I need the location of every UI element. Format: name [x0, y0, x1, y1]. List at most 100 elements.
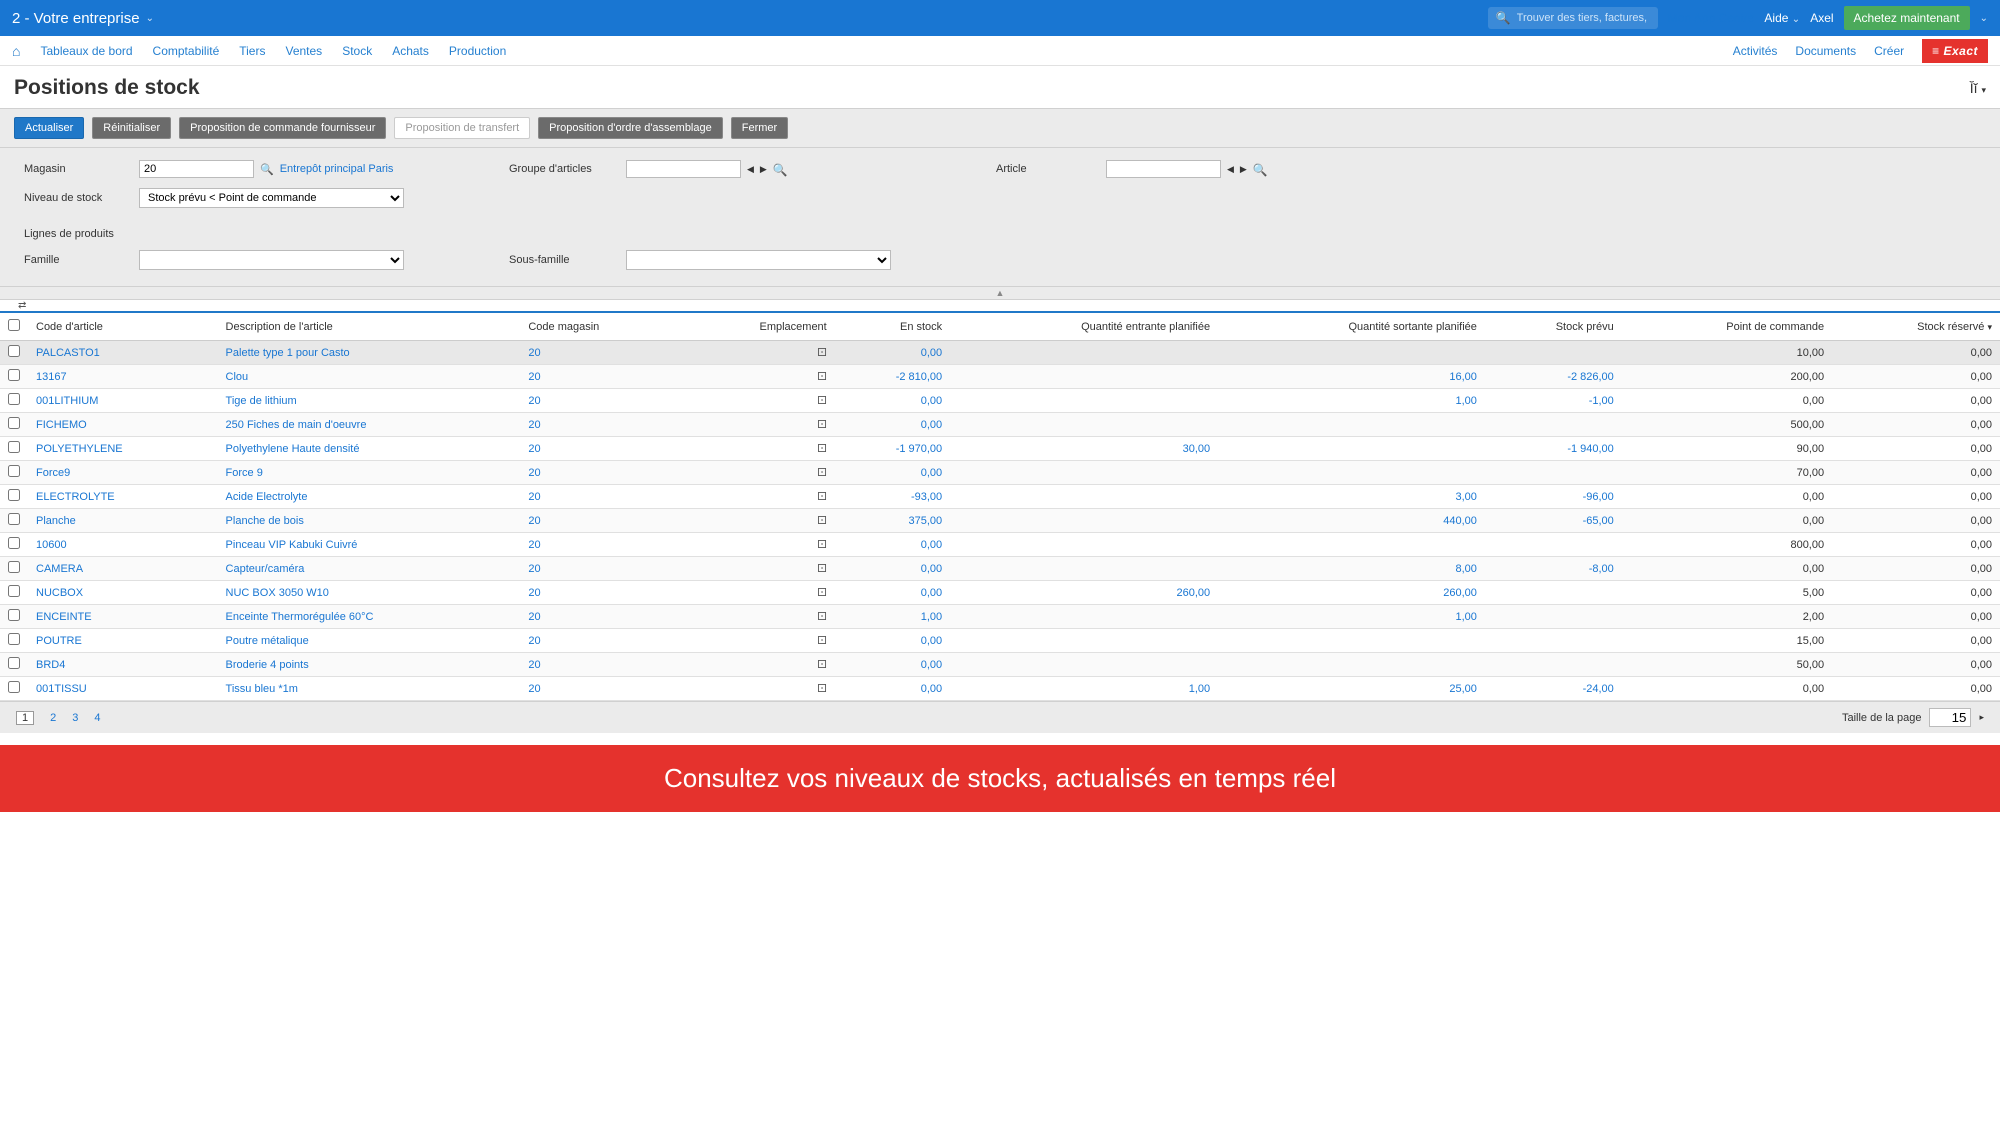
- prev-icon[interactable]: ◀: [747, 164, 754, 175]
- cell-item-code[interactable]: ENCEINTE: [28, 605, 218, 629]
- location-icon[interactable]: ⚀: [681, 653, 835, 677]
- nav-accounting[interactable]: Comptabilité: [153, 44, 220, 58]
- row-checkbox[interactable]: [8, 345, 20, 357]
- cell-in-stock[interactable]: 0,00: [835, 413, 950, 437]
- cell-item-code[interactable]: 001LITHIUM: [28, 389, 218, 413]
- cell-planned-in[interactable]: 1,00: [950, 677, 1218, 701]
- nav-dashboards[interactable]: Tableaux de bord: [40, 44, 132, 58]
- cell-planned-in[interactable]: [950, 389, 1218, 413]
- col-in-stock[interactable]: En stock: [835, 312, 950, 341]
- table-row[interactable]: ELECTROLYTEAcide Electrolyte20⚀-93,00 3,0…: [0, 485, 2000, 509]
- nav-stock[interactable]: Stock: [342, 44, 372, 58]
- nav-production[interactable]: Production: [449, 44, 506, 58]
- cell-planned-out[interactable]: [1218, 653, 1485, 677]
- cell-planned-out[interactable]: 8,00: [1218, 557, 1485, 581]
- location-icon[interactable]: ⚀: [681, 437, 835, 461]
- cell-in-stock[interactable]: 0,00: [835, 341, 950, 365]
- nav-documents[interactable]: Documents: [1795, 44, 1856, 58]
- location-icon[interactable]: ⚀: [681, 461, 835, 485]
- location-icon[interactable]: ⚀: [681, 485, 835, 509]
- cell-in-stock[interactable]: -93,00: [835, 485, 950, 509]
- cell-wh-code[interactable]: 20: [520, 437, 681, 461]
- cell-item-desc[interactable]: Enceinte Thermorégulée 60°C: [218, 605, 521, 629]
- cell-wh-code[interactable]: 20: [520, 677, 681, 701]
- prev-icon[interactable]: ◀: [1227, 164, 1234, 175]
- next-page-icon[interactable]: ▸: [1979, 712, 1984, 723]
- cell-planned-out[interactable]: [1218, 413, 1485, 437]
- cell-projected[interactable]: -1 940,00: [1485, 437, 1622, 461]
- table-row[interactable]: 001LITHIUMTige de lithium20⚀0,001,00-1,0…: [0, 389, 2000, 413]
- cell-projected[interactable]: -2 826,00: [1485, 365, 1622, 389]
- table-row[interactable]: 10600Pinceau VIP Kabuki Cuivré20⚀0,00800…: [0, 533, 2000, 557]
- cell-planned-in[interactable]: [950, 485, 1218, 509]
- cell-item-code[interactable]: 10600: [28, 533, 218, 557]
- table-row[interactable]: 13167Clou20⚀-2 810,0016,00-2 826,00200,0…: [0, 365, 2000, 389]
- cell-wh-code[interactable]: 20: [520, 485, 681, 509]
- cell-item-desc[interactable]: Acide Electrolyte: [218, 485, 521, 509]
- cell-in-stock[interactable]: 0,00: [835, 581, 950, 605]
- cell-planned-in[interactable]: [950, 509, 1218, 533]
- cell-wh-code[interactable]: 20: [520, 557, 681, 581]
- search-icon[interactable]: 🔍: [1253, 163, 1268, 177]
- cell-item-desc[interactable]: Broderie 4 points: [218, 653, 521, 677]
- cell-item-desc[interactable]: NUC BOX 3050 W10: [218, 581, 521, 605]
- cell-projected[interactable]: [1485, 413, 1622, 437]
- cell-item-desc[interactable]: Poutre métalique: [218, 629, 521, 653]
- cell-item-desc[interactable]: Tige de lithium: [218, 389, 521, 413]
- cell-item-code[interactable]: FICHEMO: [28, 413, 218, 437]
- cell-item-code[interactable]: CAMERA: [28, 557, 218, 581]
- cell-planned-out[interactable]: 3,00: [1218, 485, 1485, 509]
- cell-wh-code[interactable]: 20: [520, 581, 681, 605]
- user-menu[interactable]: Axel: [1810, 11, 1833, 25]
- row-checkbox[interactable]: [8, 657, 20, 669]
- cell-item-code[interactable]: Force9: [28, 461, 218, 485]
- row-checkbox[interactable]: [8, 441, 20, 453]
- table-row[interactable]: PALCASTO1Palette type 1 pour Casto20⚀0,0…: [0, 341, 2000, 365]
- col-wh-code[interactable]: Code magasin: [520, 312, 681, 341]
- next-icon[interactable]: ▶: [760, 164, 767, 175]
- global-search[interactable]: 🔍: [1488, 7, 1658, 29]
- col-location[interactable]: Emplacement: [681, 312, 835, 341]
- cell-in-stock[interactable]: 0,00: [835, 389, 950, 413]
- location-icon[interactable]: ⚀: [681, 413, 835, 437]
- table-row[interactable]: Force9Force 920⚀0,0070,000,00: [0, 461, 2000, 485]
- cell-item-desc[interactable]: 250 Fiches de main d'oeuvre: [218, 413, 521, 437]
- cell-planned-out[interactable]: [1218, 629, 1485, 653]
- reset-button[interactable]: Réinitialiser: [92, 117, 171, 139]
- page-link[interactable]: 2: [50, 712, 56, 724]
- cell-planned-out[interactable]: 25,00: [1218, 677, 1485, 701]
- table-row[interactable]: FICHEMO250 Fiches de main d'oeuvre20⚀0,0…: [0, 413, 2000, 437]
- location-icon[interactable]: ⚀: [681, 509, 835, 533]
- cell-wh-code[interactable]: 20: [520, 509, 681, 533]
- cell-planned-out[interactable]: 440,00: [1218, 509, 1485, 533]
- cell-projected[interactable]: -96,00: [1485, 485, 1622, 509]
- cell-wh-code[interactable]: 20: [520, 341, 681, 365]
- row-checkbox[interactable]: [8, 393, 20, 405]
- page-tools[interactable]: Ĭĭ ▾: [1970, 80, 1986, 96]
- page-link[interactable]: 3: [72, 712, 78, 724]
- company-selector[interactable]: 2 - Votre entreprise ⌄: [12, 10, 154, 27]
- cell-item-code[interactable]: ELECTROLYTE: [28, 485, 218, 509]
- row-checkbox[interactable]: [8, 369, 20, 381]
- cell-wh-code[interactable]: 20: [520, 533, 681, 557]
- cell-planned-out[interactable]: [1218, 533, 1485, 557]
- cell-projected[interactable]: [1485, 605, 1622, 629]
- col-projected[interactable]: Stock prévu: [1485, 312, 1622, 341]
- cell-planned-in[interactable]: [950, 605, 1218, 629]
- cell-projected[interactable]: -24,00: [1485, 677, 1622, 701]
- cell-in-stock[interactable]: 0,00: [835, 557, 950, 581]
- cell-item-code[interactable]: 13167: [28, 365, 218, 389]
- nav-purchases[interactable]: Achats: [392, 44, 429, 58]
- cell-wh-code[interactable]: 20: [520, 461, 681, 485]
- cell-in-stock[interactable]: 0,00: [835, 533, 950, 557]
- search-input[interactable]: [1517, 12, 1650, 24]
- cell-projected[interactable]: [1485, 533, 1622, 557]
- cell-item-code[interactable]: POUTRE: [28, 629, 218, 653]
- col-planned-in[interactable]: Quantité entrante planifiée: [950, 312, 1218, 341]
- cell-wh-code[interactable]: 20: [520, 653, 681, 677]
- col-item-code[interactable]: Code d'article: [28, 312, 218, 341]
- article-input[interactable]: [1106, 160, 1221, 178]
- cell-projected[interactable]: [1485, 653, 1622, 677]
- page-link[interactable]: 4: [94, 712, 100, 724]
- location-icon[interactable]: ⚀: [681, 605, 835, 629]
